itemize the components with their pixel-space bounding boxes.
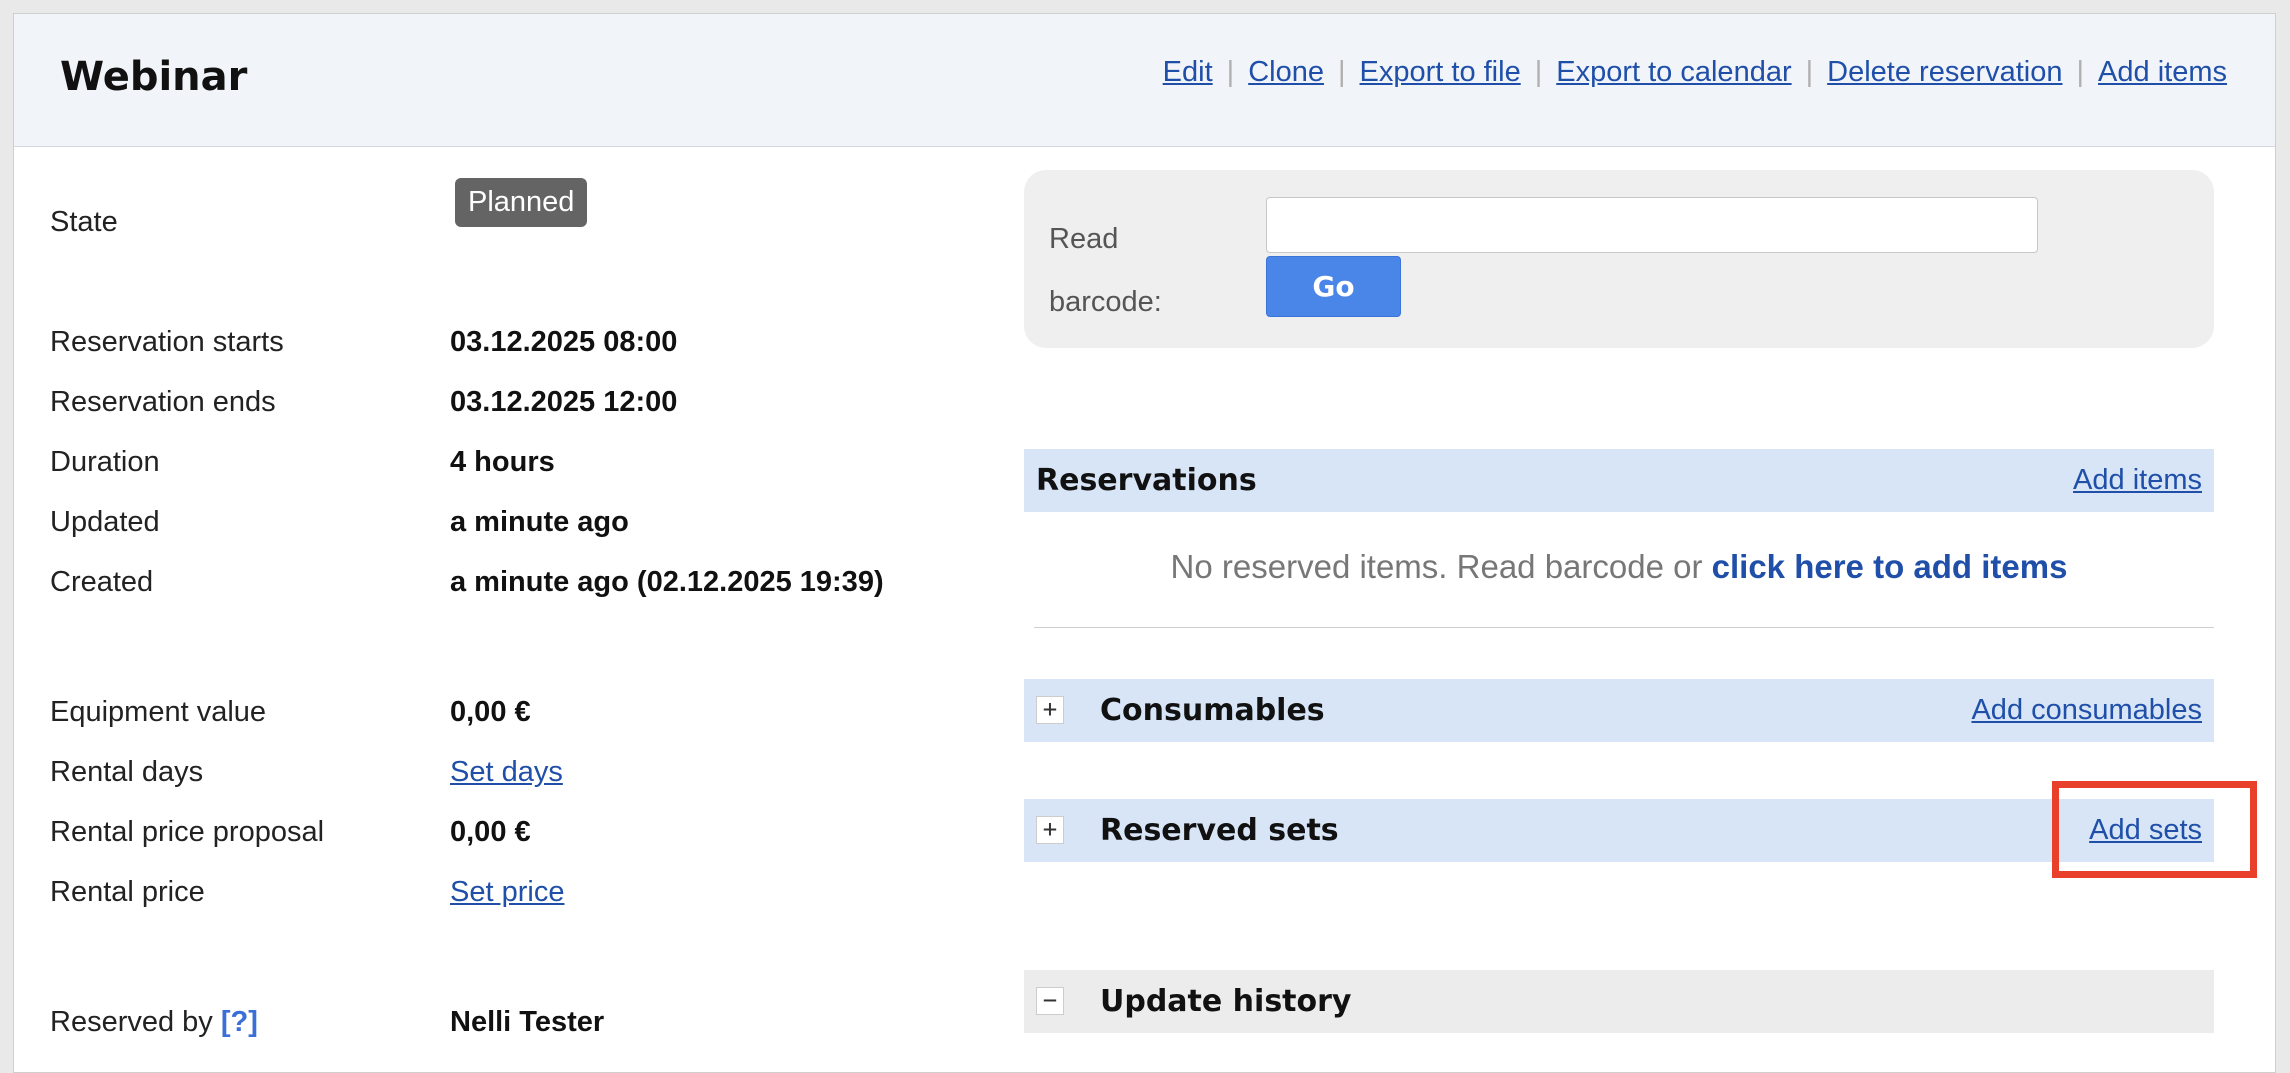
reservations-section-header: Reservations Add items [1024,449,2214,512]
export-to-file-link[interactable]: Export to file [1360,56,1521,88]
rental-price-label: Rental price [50,876,205,908]
reservations-title: Reservations [1036,463,1257,498]
separator: | [2076,56,2085,88]
go-button[interactable]: Go [1266,256,1401,317]
consumables-section-header: + Consumables Add consumables [1024,679,2214,742]
starts-label: Reservation starts [50,326,284,358]
state-badge: Planned [455,178,588,227]
starts-value: 03.12.2025 08:00 [450,326,678,358]
separator: | [1337,56,1346,88]
update-history-title: Update history [1100,984,1352,1019]
set-days-link[interactable]: Set days [450,756,563,789]
rental-price-proposal-value: 0,00 € [450,816,531,848]
equipment-value-label: Equipment value [50,696,267,728]
divider [1034,627,2214,628]
reserved-sets-section-header: + Reserved sets Add sets [1024,799,2214,862]
expand-consumables-icon[interactable]: + [1036,696,1064,724]
ends-label: Reservation ends [50,386,276,418]
rental-price-proposal-label: Rental price proposal [50,816,325,848]
set-price-link[interactable]: Set price [450,876,564,909]
page-title: Webinar [60,54,248,100]
header-add-items-link[interactable]: Add items [2098,56,2227,88]
barcode-label-line1: Read [1049,223,1119,255]
no-items-text: No reserved items. Read barcode or [1170,548,1703,585]
barcode-label: Read barcode: [1049,208,1162,334]
export-to-calendar-link[interactable]: Export to calendar [1556,56,1791,88]
updated-value: a minute ago [450,506,629,538]
separator: | [1805,56,1814,88]
edit-link[interactable]: Edit [1163,56,1213,88]
reserved-by-label: Reserved by [50,1006,213,1038]
add-items-link[interactable]: Add items [2073,464,2202,497]
duration-value: 4 hours [450,446,555,478]
clone-link[interactable]: Clone [1248,56,1324,88]
update-history-section-header: − Update history [1024,970,2214,1033]
created-value: a minute ago (02.12.2025 19:39) [450,566,884,598]
add-consumables-link[interactable]: Add consumables [1971,694,2202,727]
collapse-update-history-icon[interactable]: − [1036,987,1064,1015]
duration-label: Duration [50,446,160,478]
header-actions: Edit | Clone | Export to file | Export to cale… [1163,56,2227,89]
barcode-label-line2: barcode: [1049,286,1162,318]
consumables-title: Consumables [1100,693,1325,728]
reserved-by-help-link[interactable]: [?] [221,1006,258,1038]
click-to-add-items-link[interactable]: click here to add items [1712,548,2068,585]
reserved-by-label-wrap: Reserved by [?] [50,1006,258,1039]
ends-value: 03.12.2025 12:00 [450,386,678,418]
separator: | [1226,56,1235,88]
equipment-value: 0,00 € [450,696,531,728]
created-label: Created [50,566,154,598]
reserved-by-value: Nelli Tester [450,1006,605,1038]
reserved-sets-title: Reserved sets [1100,813,1339,848]
expand-reserved-sets-icon[interactable]: + [1036,816,1064,844]
updated-label: Updated [50,506,160,538]
state-label: State [50,206,118,238]
rental-days-label: Rental days [50,756,204,788]
highlight-box [2052,781,2257,878]
barcode-box: Read barcode: Go [1024,170,2214,348]
barcode-input[interactable] [1266,197,2038,253]
page-header: Webinar Edit | Clone | Export to file | Export… [14,14,2275,147]
delete-reservation-link[interactable]: Delete reservation [1827,56,2062,88]
separator: | [1534,56,1543,88]
no-items-message: No reserved items. Read barcode or click… [1024,548,2214,586]
